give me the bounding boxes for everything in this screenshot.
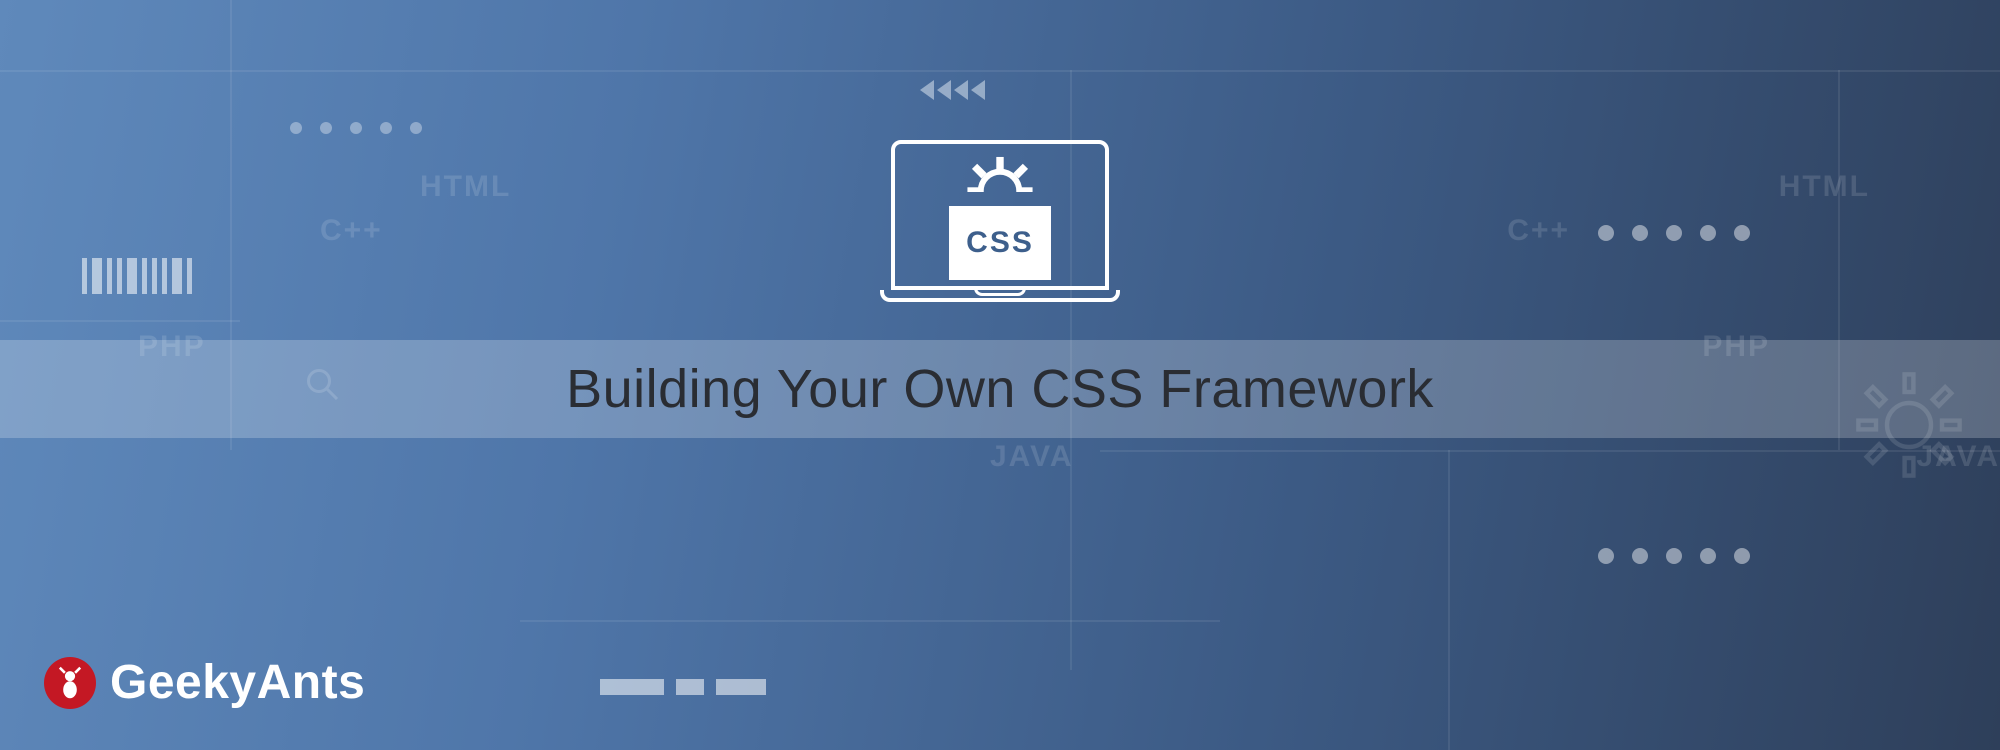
rewind-arrows-icon	[920, 80, 985, 100]
laptop-css-icon: CSS	[880, 140, 1120, 302]
brand-name: GeekyAnts	[110, 655, 365, 710]
hero-banner: HTML HTML C++ C++ PHP PHP JAVA JAVA	[0, 0, 2000, 750]
title-strip: Building Your Own CSS Framework	[0, 340, 2000, 438]
bg-label-cpp: C++	[1507, 214, 1570, 248]
decor-dots	[290, 122, 422, 134]
decor-line	[0, 320, 240, 322]
brand-logo-lockup: GeekyAnts	[44, 655, 365, 710]
gear-half-icon	[963, 154, 1037, 192]
bg-label-html: HTML	[420, 170, 511, 204]
bg-label-html: HTML	[1779, 170, 1870, 204]
decor-line	[1448, 450, 1450, 750]
css-badge: CSS	[949, 206, 1051, 280]
decor-dashes	[600, 679, 766, 695]
decor-dots	[1598, 225, 1750, 241]
bg-label-cpp: C++	[320, 214, 383, 248]
page-title: Building Your Own CSS Framework	[566, 358, 1434, 420]
decor-barcode	[82, 258, 192, 294]
decor-line	[520, 620, 1220, 622]
ant-logo-icon	[44, 657, 96, 709]
decor-line	[0, 70, 2000, 72]
decor-dots	[1598, 548, 1750, 564]
bg-label-java: JAVA	[990, 440, 1074, 474]
